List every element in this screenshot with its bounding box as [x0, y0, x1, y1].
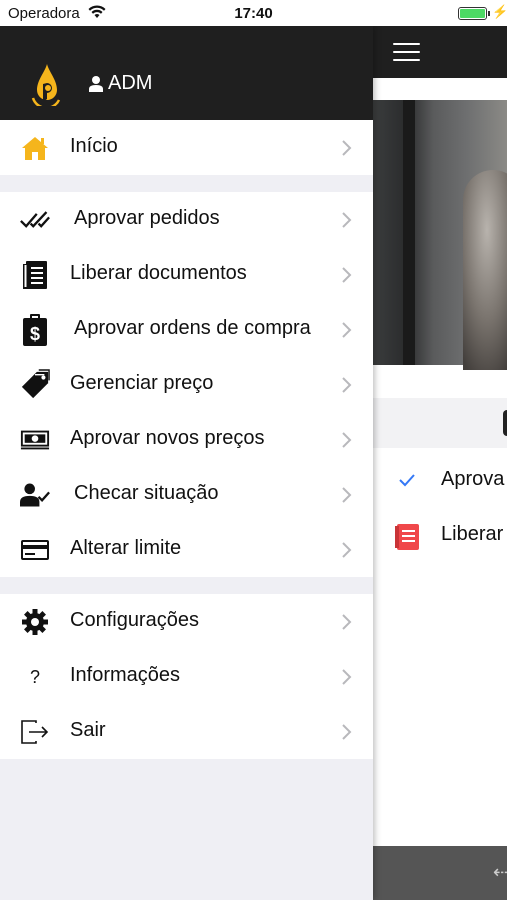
menu-icon[interactable] [393, 43, 420, 61]
dollar-clipboard-icon: $ [20, 314, 50, 346]
menu-item-label: Aprovar pedidos [74, 207, 220, 229]
menu-item-alterar-limite[interactable]: Alterar limite [0, 522, 373, 577]
menu-item-checar-situacao[interactable]: Checar situação [0, 467, 373, 522]
chevron-right-icon [342, 542, 352, 558]
menu-item-gerenciar-preco[interactable]: Gerenciar preço [0, 357, 373, 412]
chevron-right-icon [342, 724, 352, 740]
menu-item-liberar-documentos[interactable]: Liberar documentos [0, 247, 373, 302]
question-icon: ? [29, 666, 40, 687]
menu-item-label: Informações [70, 664, 181, 686]
double-check-icon [20, 205, 50, 235]
credit-card-icon [20, 535, 50, 565]
main-row-approve[interactable]: Aprova [373, 452, 507, 507]
menu-item-label: Aprovar novos preços [70, 427, 265, 449]
menu-item-label: Liberar documentos [70, 262, 247, 284]
menu-item-label: Alterar limite [70, 537, 182, 559]
chevron-right-icon [342, 267, 352, 283]
menu-item-label: Gerenciar preço [70, 372, 214, 394]
side-drawer: ADM Início Aprovar pedidos Liberar docum… [0, 26, 373, 900]
chevron-right-icon [342, 614, 352, 630]
menu-item-configuracoes[interactable]: Configurações [0, 594, 373, 649]
user-name: ADM [108, 72, 153, 94]
chevron-right-icon [342, 377, 352, 393]
user-badge: ADM [88, 72, 152, 95]
banner-image [373, 100, 507, 370]
chevron-right-icon [342, 432, 352, 448]
gear-icon [20, 607, 50, 637]
menu-item-sair[interactable]: Sair [0, 704, 373, 759]
banner-post [403, 100, 415, 365]
battery-level [460, 9, 485, 18]
logout-icon [20, 717, 50, 747]
drawer-section-settings: Configurações ? Informações Sair [0, 594, 373, 759]
menu-item-label: Início [70, 135, 118, 157]
drawer-header: ADM [0, 26, 373, 120]
chevron-right-icon [342, 322, 352, 338]
main-content: Aprova Liberar ⇠ [373, 26, 507, 900]
chevron-right-icon [342, 669, 352, 685]
menu-item-aprovar-ordens-de-compra[interactable]: $ Aprovar ordens de compra [0, 302, 373, 357]
battery-tip [488, 11, 490, 16]
chevron-right-icon [342, 212, 352, 228]
drawer-section-actions: Aprovar pedidos Liberar documentos $ Apr… [0, 192, 373, 577]
menu-item-label: Checar situação [74, 482, 219, 504]
user-check-icon [20, 480, 50, 510]
home-icon [20, 133, 50, 163]
main-row-label: Liberar [441, 523, 504, 545]
main-row-label: Aprova [441, 468, 505, 490]
segment-tab[interactable] [503, 410, 507, 436]
menu-item-informacoes[interactable]: ? Informações [0, 649, 373, 704]
price-tag-icon [20, 369, 50, 400]
menu-item-aprovar-pedidos[interactable]: Aprovar pedidos [0, 192, 373, 247]
charging-icon: ⚡ [492, 4, 507, 19]
battery-icon [458, 7, 487, 20]
menu-item-label: Aprovar ordens de compra [74, 317, 311, 339]
red-document-icon [395, 523, 419, 550]
menu-item-aprovar-novos-precos[interactable]: Aprovar novos preços [0, 412, 373, 467]
main-row-release[interactable]: Liberar [373, 507, 507, 562]
main-strip [373, 398, 507, 448]
chevron-right-icon [342, 140, 352, 156]
money-bill-icon [20, 425, 50, 455]
drawer-section-home: Início [0, 120, 373, 175]
clock: 17:40 [234, 5, 273, 22]
main-bottom-bar: ⇠ [373, 846, 507, 900]
menu-item-label: Configurações [70, 609, 199, 631]
checkmark-icon [395, 468, 419, 492]
chevron-right-icon [342, 487, 352, 503]
app-logo-icon [29, 62, 65, 110]
banner-figure [463, 170, 507, 370]
back-arrow-icon[interactable]: ⇠ [493, 862, 507, 883]
user-icon [89, 75, 103, 92]
menu-item-label: Sair [70, 719, 106, 741]
menu-item-inicio[interactable]: Início [0, 120, 373, 175]
status-bar: Operadora 17:40 ⚡ [0, 0, 507, 26]
main-header [373, 26, 507, 78]
document-icon [20, 260, 50, 290]
svg-text:$: $ [30, 324, 40, 344]
